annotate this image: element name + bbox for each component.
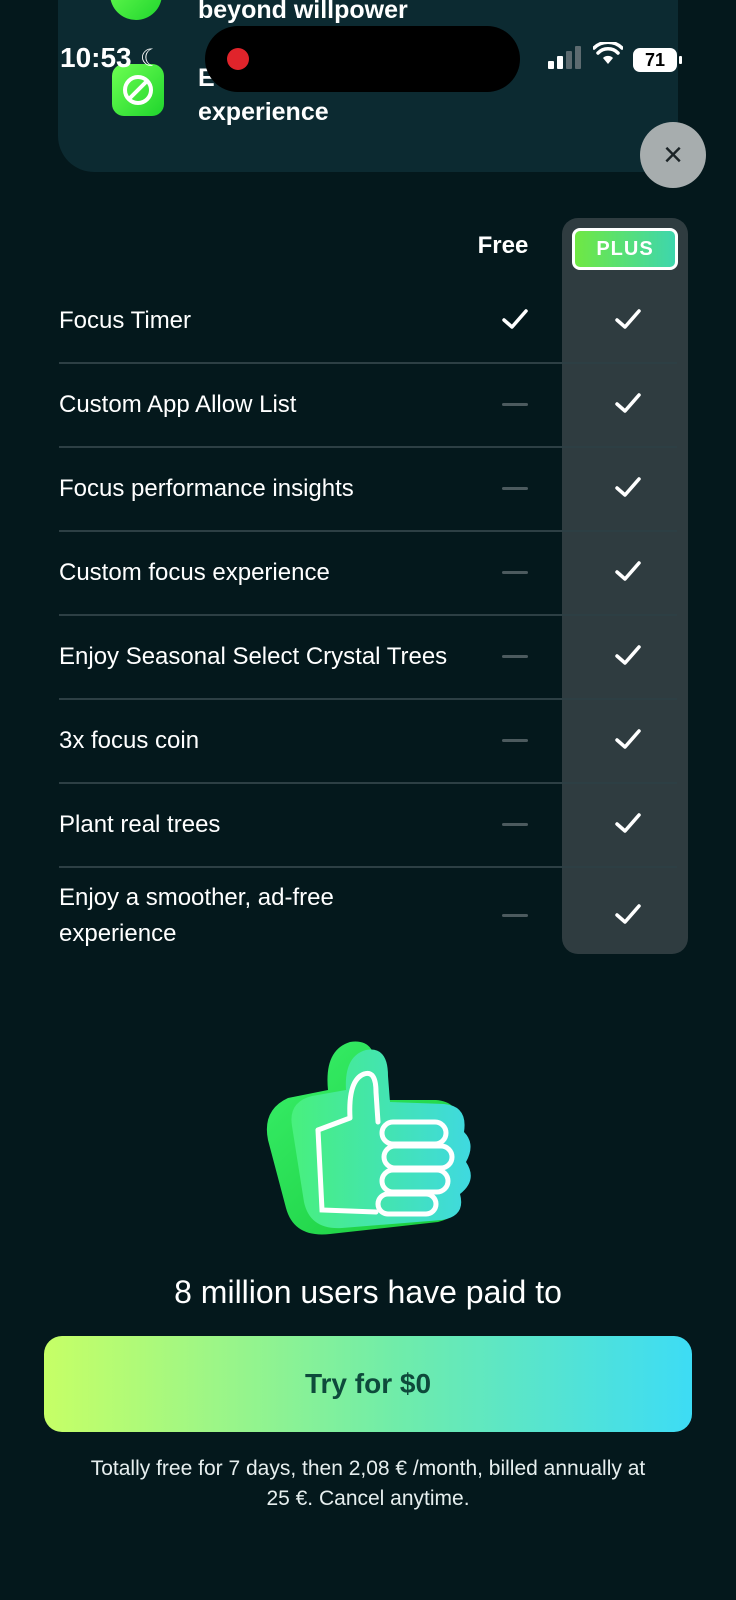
feature-text-2: experience bbox=[198, 98, 329, 126]
feature-row: Plant real trees bbox=[59, 784, 677, 868]
no-entry-icon bbox=[123, 75, 153, 105]
checkmark-icon bbox=[615, 392, 641, 413]
thumbs-up-icon bbox=[266, 1041, 471, 1235]
feature-row: Focus performance insights bbox=[59, 448, 677, 532]
try-free-button[interactable]: Try for $0 bbox=[44, 1336, 692, 1432]
dash-icon bbox=[502, 914, 528, 918]
feature-row: Enjoy a smoother, ad-free experience bbox=[59, 868, 677, 964]
close-button[interactable]: × bbox=[640, 122, 706, 188]
checkmark-icon bbox=[502, 308, 528, 329]
plus-column-header: PLUS bbox=[572, 228, 678, 270]
social-proof-text: 8 million users have paid to bbox=[174, 1274, 562, 1310]
feature-label: Enjoy Seasonal Select Crystal Trees bbox=[59, 643, 448, 670]
dash-icon bbox=[502, 823, 528, 827]
plus-cell bbox=[565, 643, 691, 672]
free-cell bbox=[484, 564, 546, 582]
battery-icon: 71 bbox=[633, 48, 682, 72]
dash-icon bbox=[502, 487, 528, 491]
feature-row: Focus Timer bbox=[59, 280, 677, 364]
plus-cell bbox=[565, 307, 691, 336]
free-cell bbox=[484, 816, 546, 834]
plus-cell bbox=[565, 559, 691, 588]
free-cell bbox=[484, 732, 546, 750]
plus-cell bbox=[565, 811, 691, 840]
feature-label: Custom App Allow List bbox=[59, 391, 297, 418]
dash-icon bbox=[502, 739, 528, 743]
recording-dot-icon bbox=[227, 48, 249, 70]
pricing-terms: Totally free for 7 days, then 2,08 € /mo… bbox=[90, 1457, 646, 1510]
checkmark-icon bbox=[615, 308, 641, 329]
free-cell bbox=[484, 648, 546, 666]
checkmark-icon bbox=[615, 476, 641, 497]
dash-icon bbox=[502, 571, 528, 575]
feature-label: Focus performance insights bbox=[59, 475, 354, 502]
feature-row: 3x focus coin bbox=[59, 700, 677, 784]
plus-cell bbox=[565, 391, 691, 420]
feature-label: Enjoy a smoother, ad-free experience bbox=[59, 884, 334, 947]
checkmark-icon bbox=[615, 812, 641, 833]
dynamic-island bbox=[205, 26, 520, 92]
feature-row: Custom focus experience bbox=[59, 532, 677, 616]
status-time: 10:53 bbox=[60, 42, 132, 73]
feature-text-1: beyond willpower bbox=[198, 0, 408, 24]
paywall-screen: beyond willpower E experience 10:53 ☾ 71… bbox=[0, 0, 736, 1600]
checkmark-icon bbox=[615, 903, 641, 924]
free-cell bbox=[484, 396, 546, 414]
feature-row: Enjoy Seasonal Select Crystal Trees bbox=[59, 616, 677, 700]
plus-cell bbox=[565, 475, 691, 504]
checkmark-icon bbox=[615, 644, 641, 665]
feature-label: Custom focus experience bbox=[59, 559, 330, 586]
plus-cell bbox=[565, 727, 691, 756]
feature-comparison-list: Focus Timer Custom App Allow List Focus pe… bbox=[59, 280, 677, 964]
cellular-signal-icon bbox=[548, 46, 581, 69]
free-column-header: Free bbox=[477, 232, 529, 259]
feature-label: 3x focus coin bbox=[59, 727, 200, 754]
moon-icon: ☾ bbox=[140, 45, 162, 72]
free-cell bbox=[484, 907, 546, 925]
feature-label: Focus Timer bbox=[59, 307, 192, 334]
feature-row: Custom App Allow List bbox=[59, 364, 677, 448]
dash-icon bbox=[502, 655, 528, 659]
free-cell bbox=[484, 480, 546, 498]
plus-cell bbox=[565, 902, 691, 931]
checkmark-icon bbox=[615, 728, 641, 749]
wifi-icon bbox=[593, 42, 623, 64]
free-cell bbox=[484, 307, 546, 336]
checkmark-icon bbox=[615, 560, 641, 581]
feature-label: Plant real trees bbox=[59, 811, 221, 838]
dash-icon bbox=[502, 403, 528, 407]
